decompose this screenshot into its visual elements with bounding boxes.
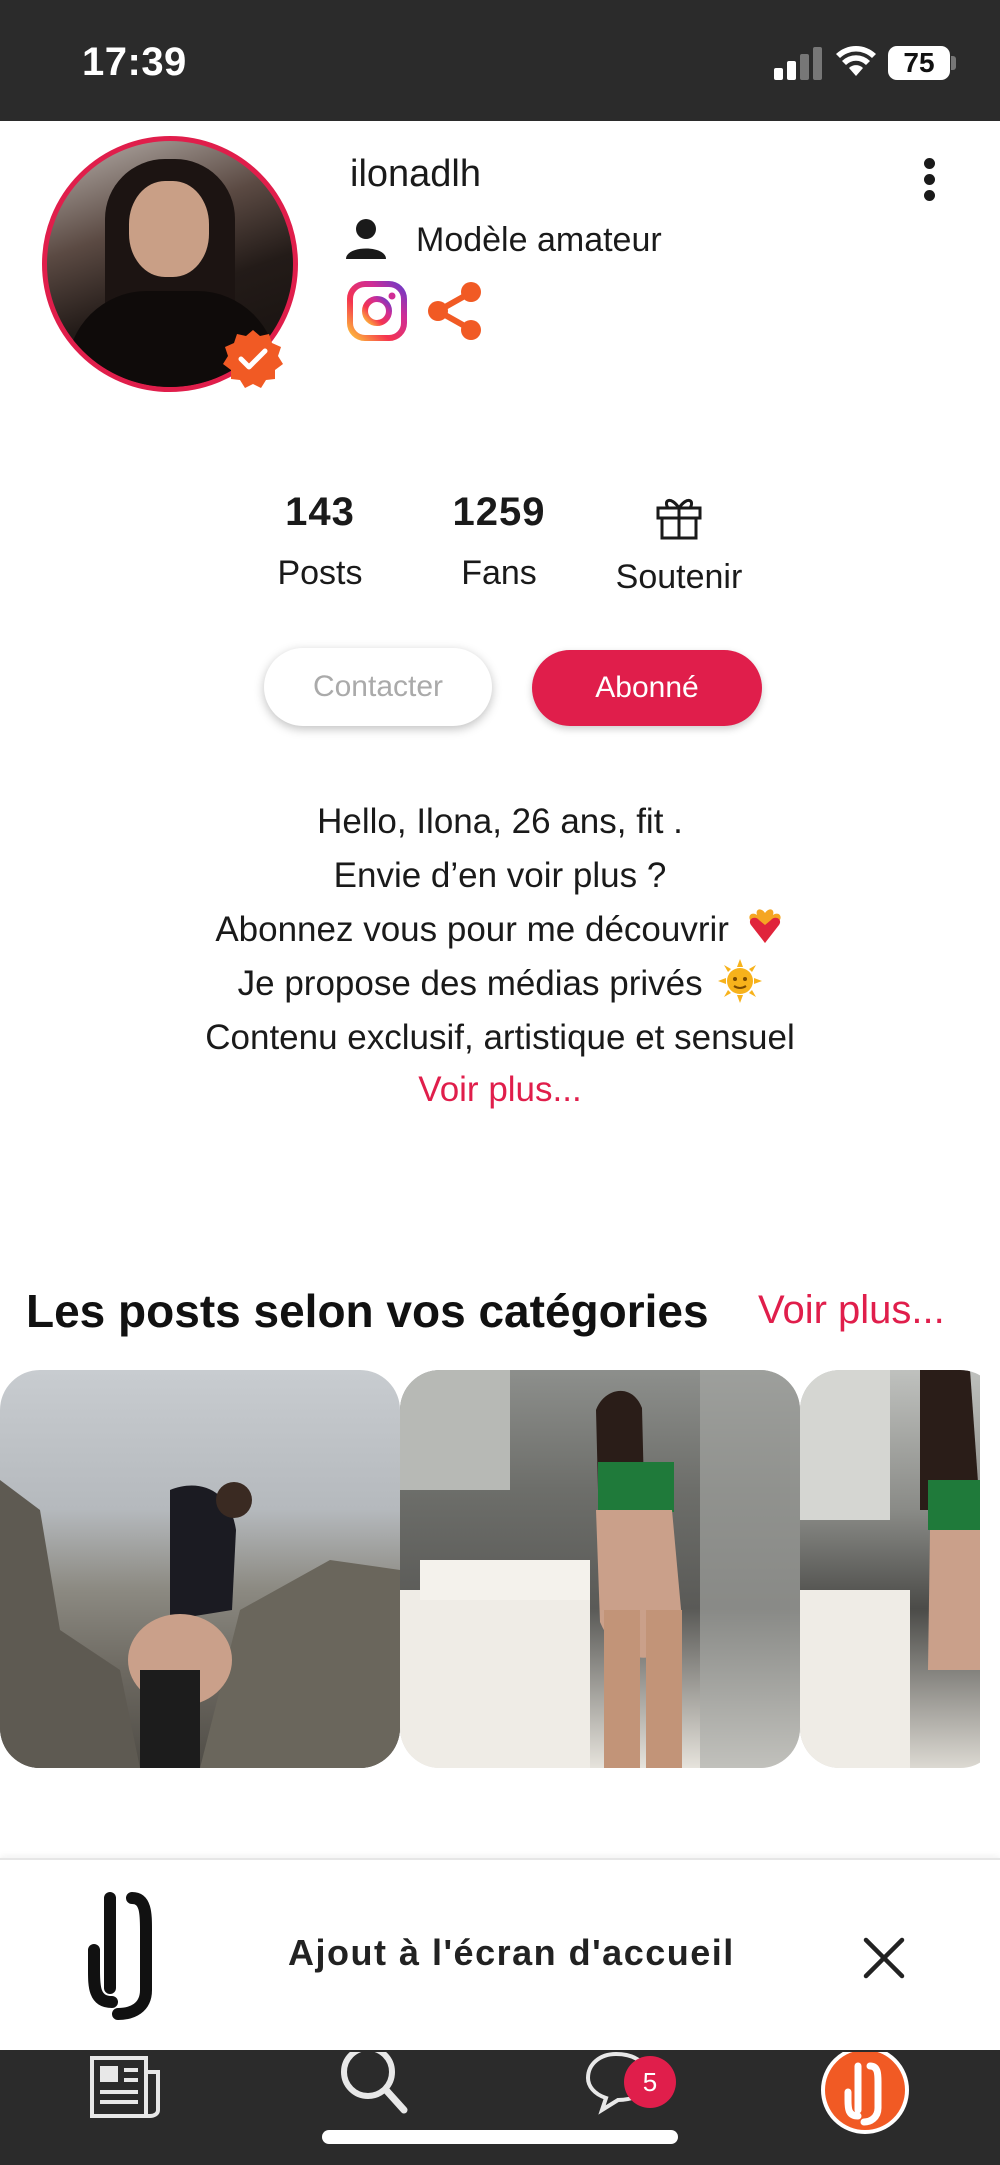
section-more-link[interactable]: Voir plus... xyxy=(758,1288,945,1333)
post-thumbnail[interactable] xyxy=(800,1370,980,1768)
add-to-home-banner[interactable]: Ajout à l'écran d'accueil xyxy=(0,1858,1000,2050)
wifi-icon xyxy=(836,46,876,76)
bottom-nav xyxy=(0,2050,1000,2165)
profile-logo-icon[interactable] xyxy=(818,2052,912,2146)
bio-line-3: Abonnez vous pour me découvrir xyxy=(0,903,1000,957)
share-icon[interactable] xyxy=(424,280,486,342)
verified-icon xyxy=(223,330,283,388)
signal-icon xyxy=(774,46,822,80)
post-image-bathroom xyxy=(400,1370,800,1768)
more-vertical-icon[interactable] xyxy=(915,152,945,206)
news-icon[interactable] xyxy=(88,2052,162,2122)
bio-line-5: Contenu exclusif, artistique et sensuel xyxy=(205,1018,795,1057)
gift-icon xyxy=(656,499,702,540)
profile-type: Modèle amateur xyxy=(416,221,662,259)
instagram-icon[interactable] xyxy=(346,280,408,342)
heart-on-fire-icon xyxy=(749,909,781,943)
post-strip[interactable] xyxy=(0,1370,980,1768)
battery-indicator: 75 xyxy=(888,46,950,80)
posts-count: 143 xyxy=(285,490,355,534)
stat-support[interactable]: Soutenir xyxy=(589,490,769,597)
stat-posts[interactable]: 143 Posts xyxy=(230,490,410,593)
bio-line-3-text: Abonnez vous pour me découvrir xyxy=(215,910,729,949)
gift-icon-wrap xyxy=(589,494,769,548)
section-title: Les posts selon vos catégories xyxy=(26,1285,709,1337)
bio-line-2: Envie d’en voir plus ? xyxy=(333,856,667,895)
avatar-face xyxy=(129,181,209,277)
post-image-mirror xyxy=(800,1370,980,1768)
battery-nub xyxy=(951,56,956,70)
add-to-home-text: Ajout à l'écran d'accueil xyxy=(288,1932,735,1973)
stat-fans[interactable]: 1259 Fans xyxy=(409,490,589,593)
username: ilonadlh xyxy=(350,153,481,195)
fans-label: Fans xyxy=(461,554,537,592)
bio-line-4-text: Je propose des médias privés xyxy=(237,964,703,1003)
person-icon xyxy=(346,219,386,259)
messages-badge: 5 xyxy=(624,2056,676,2108)
status-time: 17:39 xyxy=(82,40,187,84)
app-logo-icon xyxy=(88,1892,152,2020)
post-image-rocks xyxy=(0,1480,400,1768)
support-label: Soutenir xyxy=(615,558,743,596)
subscribed-button[interactable]: Abonné xyxy=(532,650,762,726)
close-icon[interactable] xyxy=(862,1936,906,1980)
bio-more-link[interactable]: Voir plus... xyxy=(0,1065,1000,1115)
posts-label: Posts xyxy=(277,554,363,592)
search-icon[interactable] xyxy=(338,2052,412,2122)
fans-count: 1259 xyxy=(452,490,546,534)
home-indicator[interactable] xyxy=(322,2130,678,2144)
sun-face-icon xyxy=(718,959,763,1003)
bio-line-4: Je propose des médias privés xyxy=(0,957,1000,1011)
status-bar: 17:39 75 xyxy=(0,0,1000,121)
post-thumbnail[interactable] xyxy=(0,1370,400,1768)
post-thumbnail[interactable] xyxy=(400,1370,800,1768)
bio: Hello, Ilona, 26 ans, fit . Envie d’en v… xyxy=(0,795,1000,1115)
bio-line-1: Hello, Ilona, 26 ans, fit . xyxy=(317,802,683,841)
contact-button[interactable]: Contacter xyxy=(264,648,492,726)
